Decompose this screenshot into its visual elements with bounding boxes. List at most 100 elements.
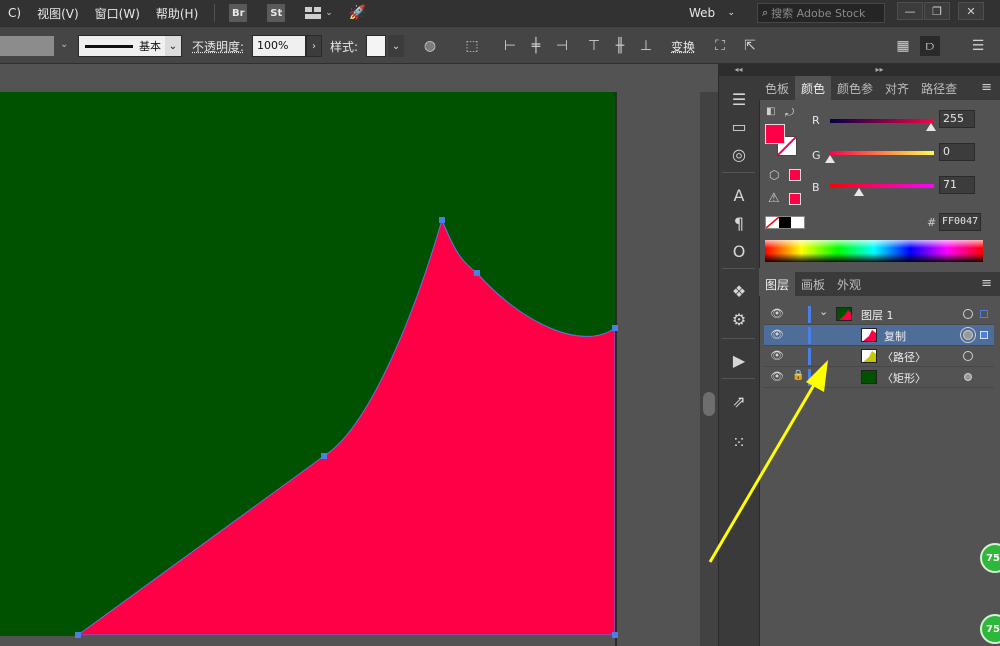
layer-row[interactable]: 👁 复制: [764, 325, 994, 346]
align-center-h-icon[interactable]: ╪: [526, 36, 546, 56]
red-slider-thumb[interactable]: [926, 123, 936, 131]
artwork[interactable]: [0, 92, 700, 646]
anchor-point[interactable]: [321, 453, 327, 459]
anchor-point[interactable]: [474, 270, 480, 276]
target-circle-icon[interactable]: [963, 309, 973, 319]
green-slider-thumb[interactable]: [825, 155, 835, 163]
anchor-point[interactable]: [439, 217, 445, 223]
green-value-input[interactable]: 0: [939, 143, 975, 161]
layer-name[interactable]: 图层 1: [861, 307, 894, 323]
tab-color-guide[interactable]: 颜色参: [831, 76, 879, 100]
canvas-area[interactable]: [0, 92, 700, 646]
layer-name[interactable]: 复制: [884, 328, 906, 344]
target-circle-icon[interactable]: [964, 373, 972, 381]
menu-item-edit-partial[interactable]: C): [0, 6, 29, 20]
stock-button[interactable]: St: [267, 4, 286, 22]
opacity-input[interactable]: 100%: [252, 35, 306, 57]
isolate-icon[interactable]: ⛶: [710, 36, 730, 56]
selection-indicator[interactable]: [980, 310, 988, 318]
swap-colors-icon[interactable]: ⤾: [785, 106, 794, 120]
tab-appearance[interactable]: 外观: [831, 272, 867, 296]
align-to-selection-icon[interactable]: ⬚: [462, 36, 482, 56]
collapse-panels-button[interactable]: ▸▸: [759, 64, 1000, 76]
green-slider[interactable]: [830, 151, 934, 155]
align-left-icon[interactable]: ⊢: [500, 36, 520, 56]
align-top-icon[interactable]: ⊤: [584, 36, 604, 56]
anchor-point[interactable]: [612, 325, 618, 331]
arrange-grid-icon[interactable]: ▦: [893, 36, 913, 56]
layer-name[interactable]: 〈矩形〉: [882, 370, 926, 386]
selected-shape[interactable]: [76, 218, 616, 636]
out-of-web-color-swatch[interactable]: [789, 169, 801, 181]
gpu-performance-icon[interactable]: 🚀: [349, 5, 366, 21]
hex-color-input[interactable]: FF0047: [939, 213, 981, 231]
menu-lines-icon[interactable]: ☰: [968, 36, 988, 56]
stroke-profile-select[interactable]: 基本 ⌄: [78, 35, 182, 57]
chevron-down-icon[interactable]: ⌄: [388, 35, 404, 57]
opentype-icon[interactable]: O: [727, 240, 751, 262]
transform-button[interactable]: 变换: [671, 38, 695, 55]
tab-align[interactable]: 对齐: [879, 76, 915, 100]
bridge-button[interactable]: Br: [229, 4, 248, 22]
opacity-arrow-button[interactable]: ›: [306, 35, 322, 57]
menu-item-window[interactable]: 窗口(W): [87, 5, 148, 22]
blue-slider-thumb[interactable]: [854, 188, 864, 196]
collapse-dock-button[interactable]: ◂◂: [718, 64, 759, 76]
align-center-v-icon[interactable]: ╫: [610, 36, 630, 56]
panel-menu-icon[interactable]: ≡: [981, 80, 992, 95]
panel-toggle-icon[interactable]: ⫐: [920, 36, 940, 56]
restore-button[interactable]: ❐: [924, 2, 950, 20]
anchor-point[interactable]: [612, 632, 618, 638]
opacity-label[interactable]: 不透明度:: [192, 38, 244, 55]
workspace-switcher[interactable]: Web ⌄: [683, 3, 741, 23]
tab-swatches[interactable]: 色板: [759, 76, 795, 100]
red-value-input[interactable]: 255: [939, 110, 975, 128]
puppet-warp-icon[interactable]: ⇱: [740, 36, 760, 56]
white-swatch[interactable]: [791, 217, 805, 228]
default-colors-icon[interactable]: ◧: [766, 106, 775, 117]
tab-layers[interactable]: 图层: [759, 272, 796, 296]
layer-name[interactable]: 〈路径〉: [882, 349, 926, 365]
recolor-artwork-icon[interactable]: ◍: [420, 36, 440, 56]
layer-row[interactable]: 👁 ⌄ 图层 1: [764, 304, 994, 325]
red-slider[interactable]: [830, 119, 934, 123]
tab-color[interactable]: 颜色: [795, 76, 832, 100]
graphic-style-swatch[interactable]: [366, 35, 386, 57]
none-black-white-swatches[interactable]: [765, 216, 805, 229]
fill-stroke-widget[interactable]: [765, 124, 799, 158]
eye-visibility-icon[interactable]: 👁: [770, 307, 784, 320]
arrange-documents-icon[interactable]: ⌄: [305, 7, 333, 19]
fill-swatch[interactable]: [0, 36, 54, 56]
gradient-icon[interactable]: ▭: [727, 115, 751, 137]
character-icon[interactable]: A: [727, 184, 751, 206]
paragraph-icon[interactable]: ¶: [727, 212, 751, 234]
chevron-down-icon[interactable]: ⌄: [60, 39, 68, 50]
target-circle-icon[interactable]: [963, 351, 973, 361]
selection-indicator[interactable]: [980, 331, 988, 339]
expand-chevron-icon[interactable]: ⌄: [819, 305, 828, 318]
anchor-point[interactable]: [75, 632, 81, 638]
blue-value-input[interactable]: 71: [939, 176, 975, 194]
tab-artboards[interactable]: 画板: [795, 272, 831, 296]
out-of-gamut-swatch[interactable]: [789, 193, 801, 205]
target-circle-icon[interactable]: [963, 330, 973, 340]
close-button[interactable]: ✕: [958, 2, 984, 20]
panel-menu-icon[interactable]: ≡: [981, 276, 992, 291]
fill-color-swatch[interactable]: [765, 124, 785, 144]
minimize-button[interactable]: —: [897, 2, 923, 20]
tab-pathfinder[interactable]: 路径查: [915, 76, 963, 100]
none-swatch[interactable]: [766, 217, 779, 228]
align-right-icon[interactable]: ⊣: [552, 36, 572, 56]
symbols-icon[interactable]: ❖: [727, 280, 751, 302]
settings-gear-icon[interactable]: ⚙: [727, 308, 751, 330]
black-swatch[interactable]: [778, 217, 792, 228]
appearance-circles-icon[interactable]: ◎: [727, 143, 751, 165]
blue-slider[interactable]: [830, 184, 934, 188]
stock-search-input[interactable]: ⌕ 搜索 Adobe Stock: [757, 3, 885, 23]
menu-item-view[interactable]: 视图(V): [29, 5, 87, 22]
hex-label: #: [927, 216, 937, 229]
eye-visibility-icon[interactable]: 👁: [770, 328, 784, 341]
menu-item-help[interactable]: 帮助(H): [148, 5, 206, 22]
align-bottom-icon[interactable]: ⊥: [636, 36, 656, 56]
menu-lines-icon[interactable]: ☰: [727, 88, 751, 110]
